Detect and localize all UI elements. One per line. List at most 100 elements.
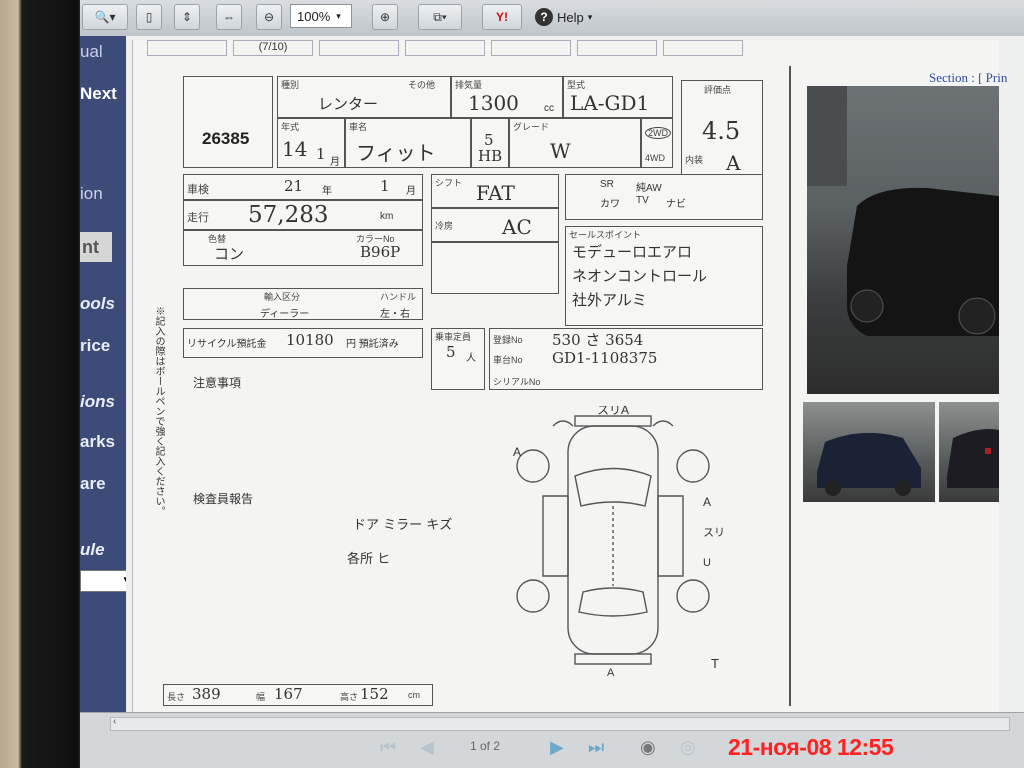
notes-label: 注意事項	[193, 376, 242, 390]
magnifier-icon: 🔍▾	[94, 10, 116, 24]
left-navigation: ual Next ion nt ools rice ions arks are …	[80, 36, 126, 726]
nav-item-price[interactable]: rice	[80, 336, 126, 356]
nav-item-print[interactable]: nt	[80, 232, 112, 262]
month-value: 1	[316, 145, 326, 163]
grade: W	[550, 139, 571, 163]
sales-points-cell: セールスポイント モデューロエアロ ネオンコントロール 社外アルミ	[565, 226, 763, 326]
fit-height-button[interactable]: ⇕	[174, 4, 200, 30]
equipment-cell: SR 純AW カワ TV ナビ	[565, 174, 763, 220]
color-code: B96P	[360, 243, 401, 261]
recycle-cell: リサイクル預託金 10180 円 預託済み	[183, 328, 423, 358]
diagram-mark-right-top: A	[703, 495, 711, 509]
diagram-mark-left-front: A	[513, 445, 521, 459]
inspector-note-2: 各所 ヒ	[347, 552, 391, 567]
nav-item-manual[interactable]: ual	[80, 42, 126, 62]
inspection-month: 1	[380, 177, 390, 195]
next-page-icon[interactable]: ▶	[550, 737, 564, 758]
recycle-amount: 10180	[286, 331, 334, 349]
sales-point-3: 社外アルミ	[572, 291, 647, 309]
mileage: 57,283	[248, 202, 329, 228]
nav-item-next[interactable]: Next	[80, 84, 126, 104]
yahoo-icon: Y!	[496, 10, 508, 24]
vertical-note: ※記入の際はボールペンで強く記入ください。	[153, 306, 164, 516]
car-photo-rear[interactable]	[939, 402, 999, 502]
schedule-select[interactable]: ▾	[80, 570, 126, 592]
drive-2wd: 2WD	[645, 127, 671, 139]
length-value: 389	[192, 685, 221, 703]
lot-number-box: 26385	[183, 76, 273, 168]
zoom-out-button[interactable]: ⊖	[256, 4, 282, 30]
body-type: HB	[478, 147, 503, 165]
drive-4wd: 4WD	[645, 153, 665, 163]
fit-width-button[interactable]: ⇔	[216, 4, 242, 30]
ac: AC	[502, 215, 532, 239]
camera-timestamp: 21-ноя-08 12:55	[728, 734, 894, 760]
toolbar: 🔍▾ ▯ ⇕ ⇔ ⊖ 100% ▾ ⊕ ⧉▾ Y! ? Help ▾	[80, 0, 1024, 37]
last-page-icon[interactable]: ⏭	[588, 737, 604, 758]
inspector-note-1: ドア ミラー キズ	[353, 518, 453, 533]
car-name: フィット	[356, 141, 436, 165]
zoom-in-button[interactable]: ⊕	[372, 4, 398, 30]
nav-item-option[interactable]: ion	[80, 184, 126, 204]
yahoo-button[interactable]: Y!	[482, 4, 522, 30]
registration-value: 530 さ 3654	[552, 331, 644, 349]
page-indicator: (7/10)	[233, 40, 313, 56]
page-icon-button[interactable]: ▯	[136, 4, 162, 30]
shift-cell: シフト FAT	[431, 174, 559, 208]
grade-cell: グレード W	[509, 118, 641, 168]
car-photo-main[interactable]	[807, 86, 999, 394]
diagram-mark-front: スリA	[597, 406, 629, 417]
year-value: 14	[282, 137, 308, 161]
monitor-bezel	[0, 0, 80, 768]
inspector-label: 検査員報告	[193, 492, 254, 506]
fit-width-icon: ⇔	[223, 10, 235, 24]
grade-score: 4.5	[702, 117, 741, 145]
car-photo-front[interactable]	[803, 402, 935, 502]
help-icon: ?	[535, 8, 553, 26]
zoom-tool-button[interactable]: 🔍▾	[82, 4, 128, 30]
help-label: Help	[557, 9, 584, 25]
interior-score: A	[726, 151, 741, 175]
page-icon: ▯	[145, 10, 153, 24]
nav-item-options[interactable]: ions	[80, 392, 126, 412]
year-cell: 年式 14 1 月	[277, 118, 345, 168]
auction-sheet-page: (7/10) Section : [ Prin 26385 種別 その他 レンタ…	[132, 40, 1007, 713]
dimensions-cell: 長さ 389 幅 167 高さ 152 cm	[163, 684, 433, 706]
scroll-left-icon[interactable]: ‹	[113, 716, 116, 727]
capacity: 5	[446, 343, 456, 361]
nav-item-remarks[interactable]: arks	[80, 432, 126, 452]
color-value: コン	[214, 245, 245, 263]
car-rear-icon	[947, 429, 999, 488]
displacement: 1300	[468, 91, 519, 115]
zoom-level-field[interactable]: 100% ▾	[290, 4, 352, 28]
zoom-dropdown-icon: ▾	[336, 10, 341, 21]
page-layout-button[interactable]: ⧉▾	[418, 4, 462, 30]
document-area: (7/10) Section : [ Prin 26385 種別 その他 レンタ…	[126, 36, 1024, 713]
model-cell: 型式 LA-GD1	[563, 76, 673, 118]
registration-cell: 登録No 530 さ 3654 車台No GD1-1108375 シリアルNo	[489, 328, 763, 390]
horizontal-scrollbar[interactable]: ‹	[110, 716, 1010, 731]
nav-item-share[interactable]: are	[80, 474, 126, 494]
page-layout-icon: ⧉▾	[433, 9, 447, 24]
category-value: レンター	[318, 95, 379, 113]
capacity-cell: 乗車定員 5 人	[431, 328, 485, 390]
forward-view-icon[interactable]: ◎	[680, 737, 696, 758]
nav-item-tools[interactable]: ools	[80, 294, 126, 314]
inspection-year: 21	[284, 177, 304, 195]
sales-point-1: モデューロエアロ	[572, 243, 693, 261]
zoom-level-value: 100%	[297, 8, 331, 24]
model-code: LA-GD1	[570, 91, 650, 115]
nav-item-schedule[interactable]: ule	[80, 540, 126, 560]
first-page-icon[interactable]: ⏮	[380, 737, 396, 758]
color-cell: 色替 コン カラーNo B96P	[183, 230, 423, 266]
diagram-mark-tire: T	[711, 656, 719, 671]
back-view-icon[interactable]: ◉	[640, 737, 656, 758]
help-button[interactable]: ? Help ▾	[535, 4, 609, 30]
shift: FAT	[476, 181, 515, 205]
page-counter: 1 of 2	[470, 739, 501, 753]
height-value: 152	[360, 685, 389, 703]
previous-page-icon[interactable]: ◀	[420, 737, 434, 758]
chassis-value: GD1-1108375	[552, 349, 658, 367]
steering-value: 左・右	[380, 309, 410, 320]
section-label: Section : [ Prin	[929, 70, 1008, 85]
